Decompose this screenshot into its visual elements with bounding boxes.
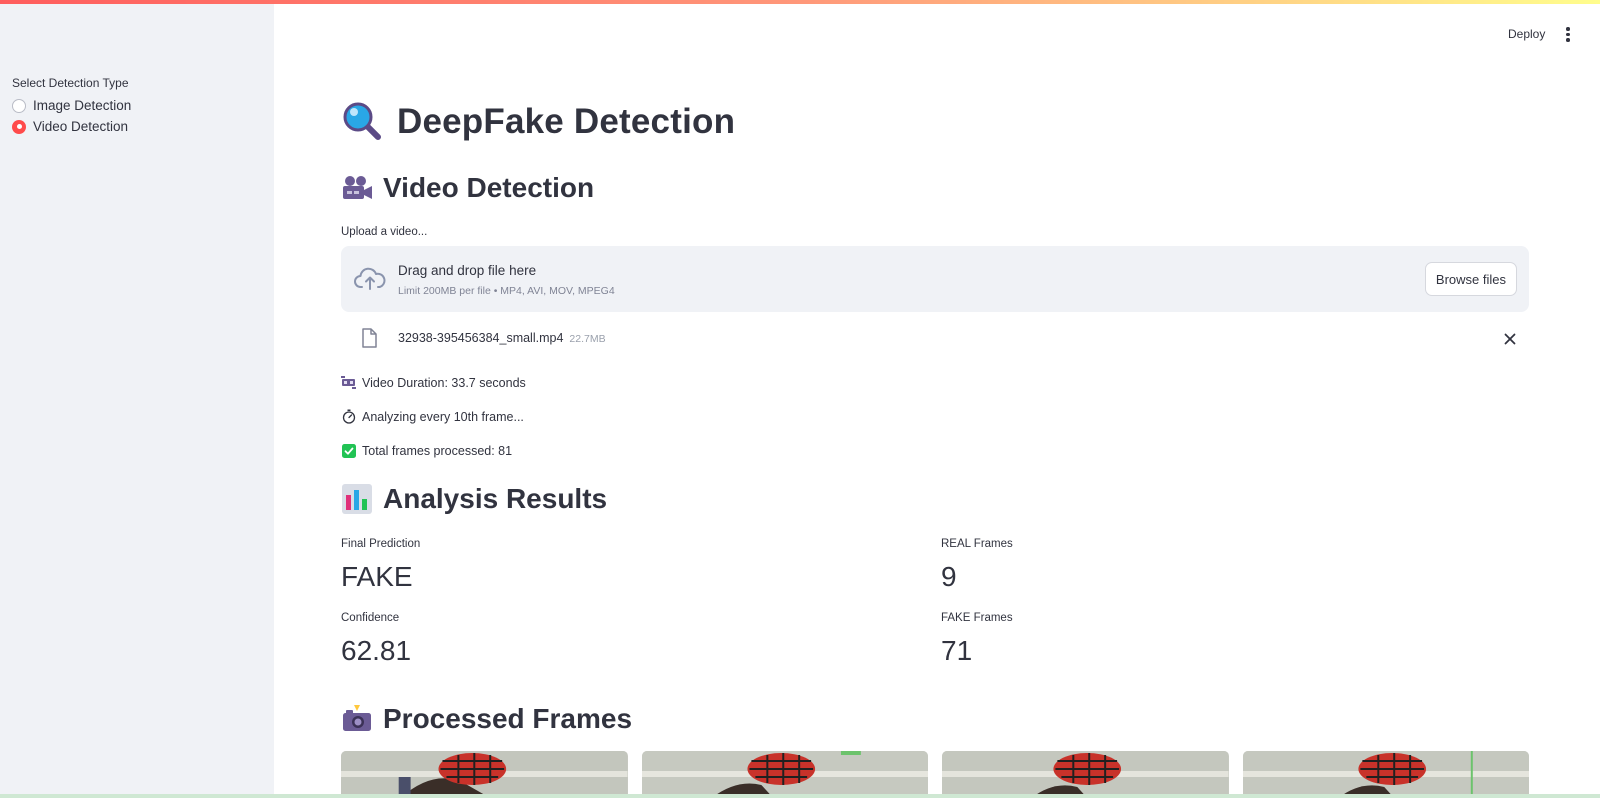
frame-thumbnail <box>341 751 628 798</box>
check-box-icon <box>341 443 356 458</box>
browse-files-button[interactable]: Browse files <box>1424 262 1517 296</box>
real-frames-label: REAL Frames <box>941 538 1013 550</box>
confidence-value: 62.81 <box>341 635 412 666</box>
file-dropzone[interactable]: Drag and drop file here Limit 200MB per … <box>341 246 1529 312</box>
bar-chart-icon <box>342 484 372 514</box>
file-size: 22.7MB <box>569 333 606 345</box>
final-prediction-label: Final Prediction <box>341 538 421 550</box>
video-detection-heading-row: Video Detection <box>341 172 594 204</box>
deploy-button[interactable]: Deploy <box>1508 27 1545 41</box>
fake-frames-value: 71 <box>941 635 973 666</box>
camera-flash-icon <box>343 705 371 731</box>
duration-text: Video Duration: 33.7 seconds <box>362 375 526 390</box>
radio-video-detection[interactable]: Video Detection <box>12 119 128 134</box>
processed-frames-heading: Processed Frames <box>383 703 633 734</box>
status-analyzing: Analyzing every 10th frame... <box>341 409 524 424</box>
upload-label: Upload a video... <box>341 226 428 238</box>
frame-thumbnail <box>641 751 928 798</box>
file-icon <box>362 328 377 348</box>
cloud-upload-icon <box>354 267 386 290</box>
status-duration: Video Duration: 33.7 seconds <box>341 375 526 390</box>
processed-frames-heading-row: Processed Frames <box>341 703 632 735</box>
radio-image-detection[interactable]: Image Detection <box>12 98 131 113</box>
file-name: 32938-395456384_small.mp4 22.7MB <box>398 331 606 345</box>
radio-unchecked-icon[interactable] <box>12 98 26 113</box>
final-prediction-value: FAKE <box>341 561 413 592</box>
video-detection-heading: Video Detection <box>383 172 595 203</box>
file-name-text: 32938-395456384_small.mp4 <box>398 331 564 345</box>
analysis-results-heading-row: Analysis Results <box>341 483 607 515</box>
confidence-label: Confidence <box>341 612 400 624</box>
main-menu-icon[interactable] <box>1562 27 1574 43</box>
radio-label: Image Detection <box>33 98 132 113</box>
stopwatch-icon <box>342 409 355 424</box>
radio-checked-icon[interactable] <box>12 119 26 134</box>
analysis-results-heading: Analysis Results <box>383 483 608 514</box>
analyzing-text: Analyzing every 10th frame... <box>362 409 524 424</box>
bottom-decoration-bar <box>0 794 1600 798</box>
total-frames-text: Total frames processed: 81 <box>362 443 513 458</box>
remove-file-icon[interactable] <box>1501 330 1519 348</box>
film-frames-icon <box>341 376 356 389</box>
status-total: Total frames processed: 81 <box>341 443 512 458</box>
fake-frames-label: FAKE Frames <box>941 612 1013 624</box>
uploaded-file-row: 32938-395456384_small.mp4 22.7MB <box>341 322 1529 356</box>
magnifier-icon <box>343 102 381 140</box>
processed-frames-grid <box>341 751 1529 798</box>
dropzone-limits: Limit 200MB per file • MP4, AVI, MOV, MP… <box>398 285 615 297</box>
frame-thumbnail <box>942 751 1229 798</box>
radio-label: Video Detection <box>33 119 129 134</box>
sidebar: Select Detection Type Image Detection Vi… <box>0 4 274 798</box>
page-title-row: DeepFake Detection <box>341 100 735 144</box>
page-title: DeepFake Detection <box>397 102 736 141</box>
frame-thumbnail <box>1242 751 1529 798</box>
real-frames-value: 9 <box>941 561 957 592</box>
dropzone-title: Drag and drop file here <box>398 263 537 278</box>
movie-camera-icon <box>343 176 372 199</box>
detection-type-label: Select Detection Type <box>12 76 129 90</box>
